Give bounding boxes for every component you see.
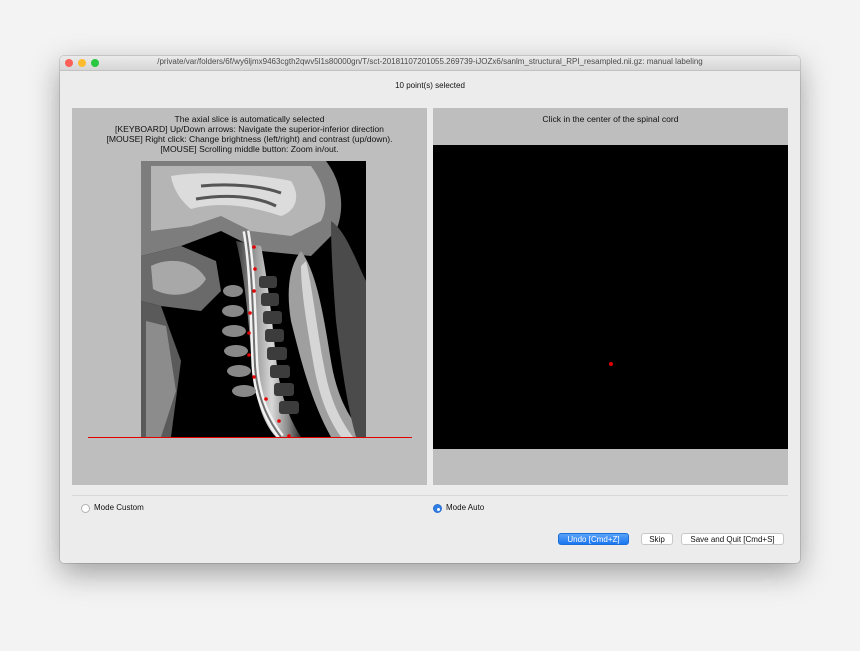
instruction-line: [MOUSE] Scrolling middle button: Zoom in… [160,144,339,154]
title-bar[interactable]: /private/var/folders/6f/wy6ljmx9463cgth2… [60,56,800,71]
instructions-text: The axial slice is automatically selecte… [72,114,427,154]
radio-checked-icon [433,504,442,513]
window-title: /private/var/folders/6f/wy6ljmx9463cgth2… [157,57,703,66]
selected-points-status: 10 point(s) selected [395,81,465,90]
axial-view-panel[interactable]: Click in the center of the spinal cord [433,108,788,485]
undo-button[interactable]: Undo [Cmd+Z] [558,533,629,545]
instruction-line: [KEYBOARD] Up/Down arrows: Navigate the … [115,124,384,134]
save-and-quit-button[interactable]: Save and Quit [Cmd+S] [681,533,784,545]
mode-auto-label: Mode Auto [446,503,485,512]
separator-line [72,495,788,496]
skip-button[interactable]: Skip [641,533,673,545]
axial-slice-canvas[interactable] [433,145,788,449]
radio-unchecked-icon [81,504,90,513]
manual-labeling-window: /private/var/folders/6f/wy6ljmx9463cgth2… [60,56,800,563]
sagittal-mri-image[interactable] [141,161,366,437]
axial-slice-indicator-line[interactable] [88,437,412,438]
selected-point-marker [609,362,613,366]
instruction-line: The axial slice is automatically selecte… [174,114,325,124]
mode-custom-label: Mode Custom [94,503,144,512]
instruction-line: [MOUSE] Right click: Change brightness (… [106,134,393,144]
sagittal-view-panel[interactable]: The axial slice is automatically selecte… [72,108,427,485]
axial-view-caption: Click in the center of the spinal cord [542,114,679,124]
